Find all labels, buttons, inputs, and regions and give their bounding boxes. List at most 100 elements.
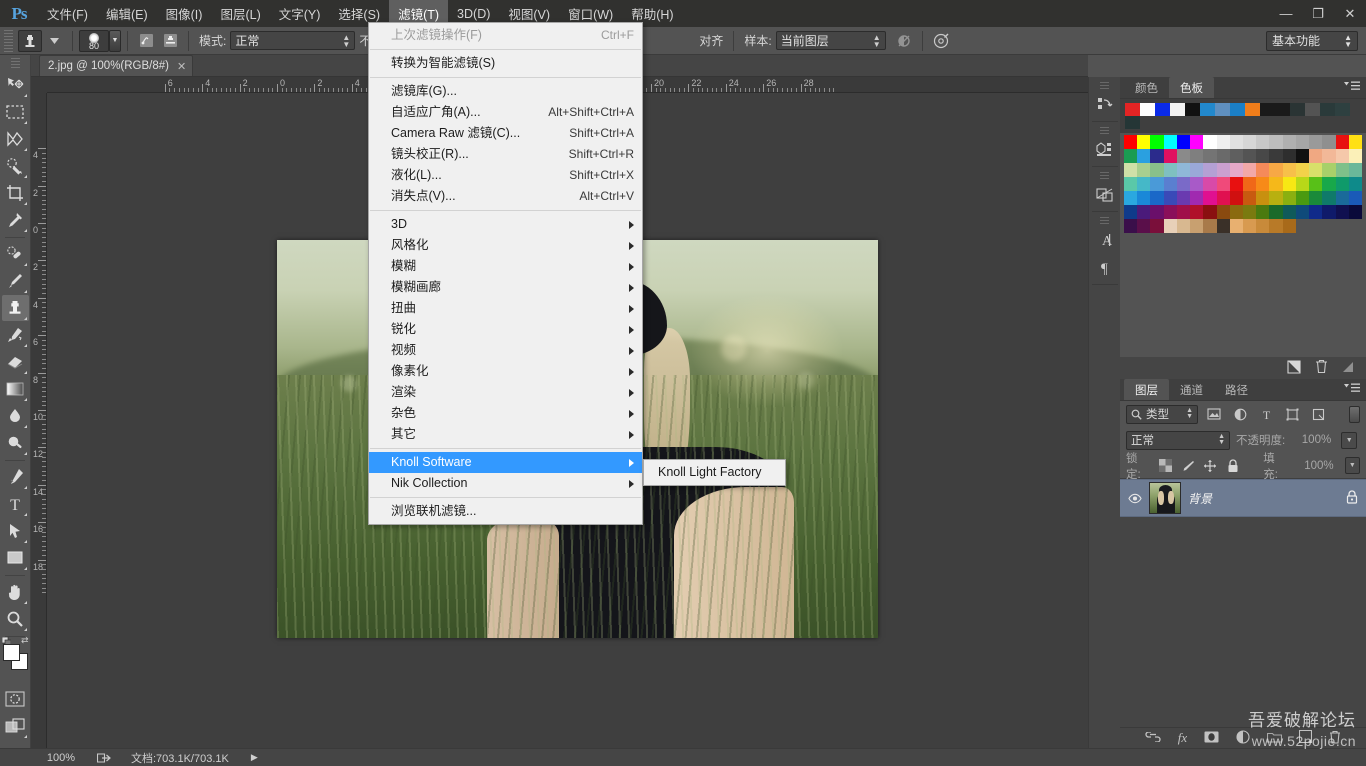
recent-swatch-10[interactable] bbox=[1275, 103, 1290, 116]
swatch-0-16[interactable] bbox=[1335, 135, 1349, 149]
filter-menu-item-24[interactable]: Nik Collection bbox=[369, 473, 642, 494]
swatch-1-15[interactable] bbox=[1322, 149, 1336, 163]
swatch-4-11[interactable] bbox=[1269, 191, 1283, 205]
swatch-4-1[interactable] bbox=[1137, 191, 1151, 205]
hand-tool[interactable] bbox=[2, 579, 29, 605]
workspace-select[interactable]: 基本功能 ▲ ▼ bbox=[1266, 30, 1358, 51]
recent-swatch-3[interactable] bbox=[1170, 103, 1185, 116]
filter-menu-item-7[interactable]: 镜头校正(R)... Shift+Ctrl+R bbox=[369, 144, 642, 165]
color-panel-menu-icon[interactable] bbox=[1344, 81, 1360, 92]
swatch-4-6[interactable] bbox=[1203, 191, 1217, 205]
swatch-4-7[interactable] bbox=[1216, 191, 1230, 205]
recent-swatch-2[interactable] bbox=[1155, 103, 1170, 116]
lock-image-pixels-icon[interactable] bbox=[1180, 458, 1195, 474]
swatch-5-5[interactable] bbox=[1190, 205, 1204, 219]
swatch-0-4[interactable] bbox=[1176, 135, 1191, 149]
swatch-1-4[interactable] bbox=[1176, 149, 1191, 163]
swatch-5-1[interactable] bbox=[1137, 205, 1151, 219]
filter-menu-item-4[interactable]: 滤镜库(G)... bbox=[369, 81, 642, 102]
recent-swatch-9[interactable] bbox=[1260, 103, 1275, 116]
toggle-brush-panel-icon[interactable] bbox=[134, 30, 158, 52]
swatch-6-3[interactable] bbox=[1163, 219, 1177, 233]
swatch-5-15[interactable] bbox=[1322, 205, 1336, 219]
table-row[interactable]: 背景 bbox=[1120, 479, 1366, 517]
filter-menu-dropdown[interactable]: 上次滤镜操作(F) Ctrl+F 转换为智能滤镜(S) 滤镜库(G)... 自适应广角(… bbox=[368, 22, 643, 525]
swatch-5-10[interactable] bbox=[1256, 205, 1270, 219]
recent-swatch-13[interactable] bbox=[1320, 103, 1335, 116]
tab-channels[interactable]: 通道 bbox=[1169, 379, 1214, 400]
clone-stamp-tool-icon[interactable] bbox=[18, 29, 42, 52]
swatch-5-9[interactable] bbox=[1243, 205, 1257, 219]
dock-grip[interactable] bbox=[1100, 82, 1109, 90]
menu-2[interactable]: 图像(I) bbox=[157, 0, 212, 27]
swatch-0-7[interactable] bbox=[1216, 135, 1230, 149]
link-layers-icon[interactable] bbox=[1145, 731, 1161, 745]
swatch-1-1[interactable] bbox=[1137, 149, 1151, 163]
recent-swatch-4[interactable] bbox=[1185, 103, 1200, 116]
swatch-2-5[interactable] bbox=[1190, 163, 1204, 177]
swatch-5-12[interactable] bbox=[1282, 205, 1296, 219]
screen-mode-icon[interactable] bbox=[2, 713, 29, 739]
adjustment-filter-icon[interactable] bbox=[1230, 405, 1250, 424]
foreground-color-swatch[interactable] bbox=[2, 644, 20, 661]
swatch-3-17[interactable] bbox=[1348, 177, 1362, 191]
swatch-1-10[interactable] bbox=[1256, 149, 1270, 163]
swatch-2-14[interactable] bbox=[1309, 163, 1323, 177]
close-document-icon[interactable]: ✕ bbox=[177, 60, 186, 73]
swatch-6-8[interactable] bbox=[1229, 219, 1243, 233]
character-panel-icon[interactable]: A bbox=[1091, 226, 1119, 254]
swatch-5-17[interactable] bbox=[1348, 205, 1362, 219]
close-button[interactable]: ✕ bbox=[1334, 0, 1366, 27]
swatch-5-13[interactable] bbox=[1295, 205, 1310, 219]
recent-swatch-7[interactable] bbox=[1230, 103, 1245, 116]
swatch-1-5[interactable] bbox=[1190, 149, 1204, 163]
lock-all-icon[interactable] bbox=[1225, 458, 1240, 474]
filter-menu-item-20[interactable]: 杂色 bbox=[369, 403, 642, 424]
swatch-2-6[interactable] bbox=[1203, 163, 1217, 177]
swatch-2-3[interactable] bbox=[1163, 163, 1177, 177]
vertical-ruler[interactable]: 4 2 0 2 4 6 8 10 12 14 16 18 bbox=[31, 93, 47, 748]
swatch-5-7[interactable] bbox=[1216, 205, 1230, 219]
swatch-3-15[interactable] bbox=[1322, 177, 1336, 191]
swatch-0-9[interactable] bbox=[1243, 135, 1257, 149]
layers-panel-menu-icon[interactable] bbox=[1344, 383, 1360, 394]
menu-0[interactable]: 文件(F) bbox=[38, 0, 97, 27]
gradient-tool[interactable] bbox=[2, 376, 29, 402]
swatch-0-8[interactable] bbox=[1229, 135, 1243, 149]
filter-menu-item-12[interactable]: 风格化 bbox=[369, 235, 642, 256]
panel-resize-icon[interactable] bbox=[1342, 361, 1354, 376]
swatch-3-0[interactable] bbox=[1124, 177, 1138, 191]
swatch-6-0[interactable] bbox=[1124, 219, 1138, 233]
recent-swatch-8[interactable] bbox=[1245, 103, 1260, 116]
swatch-5-11[interactable] bbox=[1269, 205, 1283, 219]
swatch-2-13[interactable] bbox=[1295, 163, 1310, 177]
tab-swatches[interactable]: 色板 bbox=[1169, 77, 1214, 98]
sample-select[interactable]: 当前图层 ▲ ▼ bbox=[775, 31, 886, 50]
swatch-0-1[interactable] bbox=[1137, 135, 1151, 149]
filter-menu-item-18[interactable]: 像素化 bbox=[369, 361, 642, 382]
smart-object-filter-icon[interactable] bbox=[1308, 405, 1328, 424]
swatch-3-16[interactable] bbox=[1335, 177, 1349, 191]
recent-swatch-6[interactable] bbox=[1215, 103, 1230, 116]
swatch-0-5[interactable] bbox=[1190, 135, 1204, 149]
filter-menu-item-9[interactable]: 消失点(V)... Alt+Ctrl+V bbox=[369, 186, 642, 207]
swatch-3-13[interactable] bbox=[1295, 177, 1310, 191]
layer-style-icon[interactable]: fx bbox=[1178, 730, 1187, 746]
3d-panel-icon[interactable] bbox=[1091, 136, 1119, 164]
toggle-clone-source-panel-icon[interactable] bbox=[158, 30, 182, 52]
swatch-5-14[interactable] bbox=[1309, 205, 1323, 219]
pixel-filter-icon[interactable] bbox=[1204, 405, 1224, 424]
swatch-2-17[interactable] bbox=[1348, 163, 1362, 177]
layer-visibility-icon[interactable] bbox=[1128, 493, 1142, 504]
swatch-2-7[interactable] bbox=[1216, 163, 1230, 177]
swatch-5-2[interactable] bbox=[1150, 205, 1164, 219]
swatch-3-3[interactable] bbox=[1163, 177, 1177, 191]
swatch-6-6[interactable] bbox=[1203, 219, 1217, 233]
recent-swatch-12[interactable] bbox=[1305, 103, 1320, 116]
swatch-2-4[interactable] bbox=[1176, 163, 1191, 177]
swatch-4-17[interactable] bbox=[1348, 191, 1362, 205]
recent-swatch-11[interactable] bbox=[1290, 103, 1305, 116]
type-filter-icon[interactable]: T bbox=[1256, 405, 1276, 424]
swatch-5-8[interactable] bbox=[1229, 205, 1243, 219]
tab-layers[interactable]: 图层 bbox=[1124, 379, 1169, 400]
